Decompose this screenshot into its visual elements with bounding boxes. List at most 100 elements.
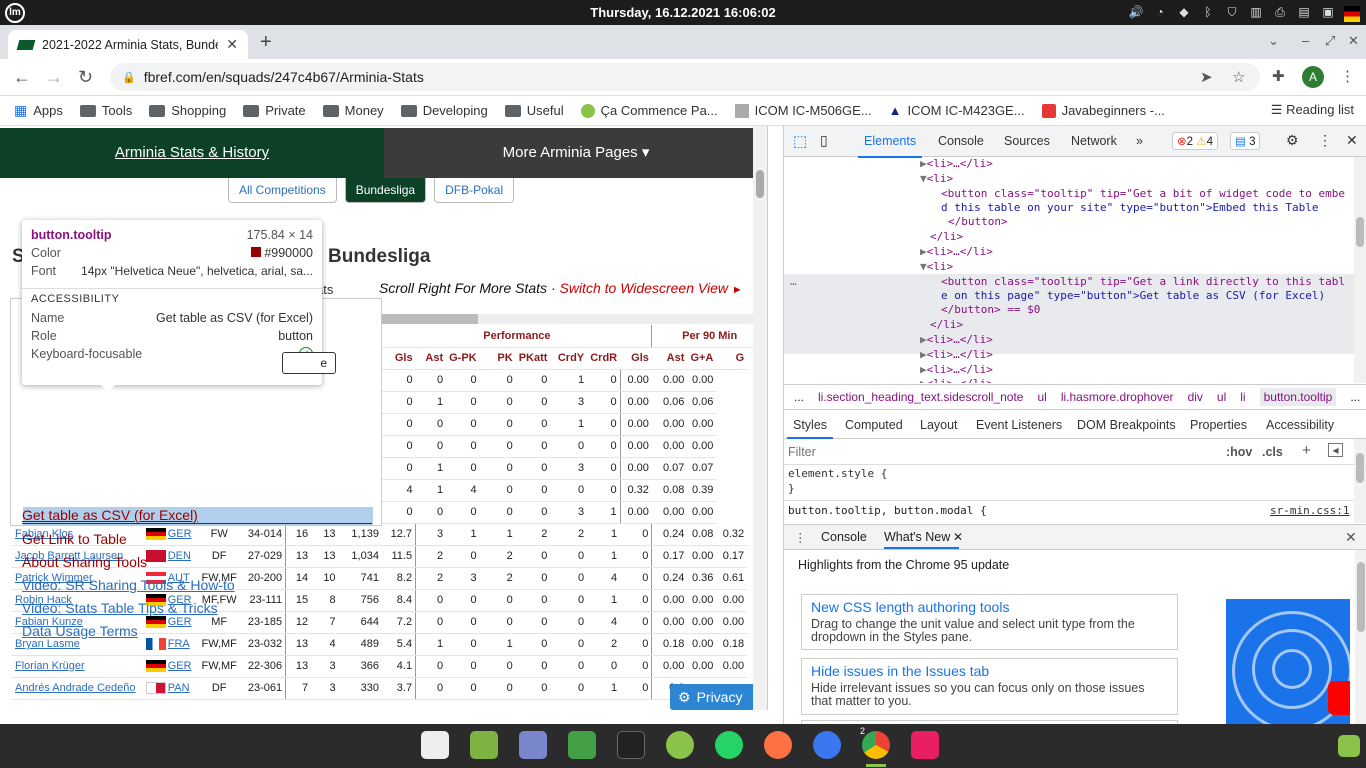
- extensions-icon[interactable]: ✚: [1272, 67, 1285, 85]
- dom-node[interactable]: ▼<li>: [920, 172, 953, 187]
- lock-icon[interactable]: 🔒: [122, 71, 136, 84]
- tab-network[interactable]: Network: [1071, 134, 1117, 148]
- tab-event-listeners[interactable]: Event Listeners: [976, 418, 1062, 432]
- key-app-icon[interactable]: [568, 731, 596, 759]
- dom-node[interactable]: ▶<li>…</li>: [920, 245, 993, 260]
- col-g-90[interactable]: G: [716, 347, 748, 370]
- browser-tab[interactable]: 2021-2022 Arminia Stats, Bundesliga ✕: [8, 30, 248, 59]
- breadcrumb-item[interactable]: div: [1188, 390, 1203, 404]
- bookmark-folder-shopping[interactable]: Shopping: [149, 103, 226, 118]
- tab-all-competitions[interactable]: All Competitions: [228, 178, 337, 203]
- whats-new-card[interactable]: Hide issues in the Issues tab Hide irrel…: [801, 658, 1178, 715]
- close-drawer-icon[interactable]: ✕: [1345, 529, 1357, 546]
- tab-sources[interactable]: Sources: [1004, 134, 1050, 148]
- profile-avatar[interactable]: A: [1302, 66, 1324, 88]
- dom-node-actions-icon[interactable]: …: [790, 275, 797, 290]
- dom-node[interactable]: ▶<li>…</li>: [920, 157, 993, 172]
- minimize-icon[interactable]: –: [1302, 33, 1309, 48]
- text-editor-icon[interactable]: [519, 731, 547, 759]
- forward-icon[interactable]: →: [45, 67, 63, 88]
- dom-node[interactable]: </li>: [930, 318, 963, 333]
- messages-badge[interactable]: ▤ 3: [1230, 132, 1261, 150]
- dropbox-icon[interactable]: ◆: [1176, 4, 1192, 20]
- tab-elements[interactable]: Elements: [857, 134, 923, 158]
- whats-new-card[interactable]: New CSS length authoring tools Drag to c…: [801, 594, 1178, 650]
- calculator-icon[interactable]: [666, 731, 694, 759]
- get-csv-button[interactable]: Get table as CSV (for Excel): [22, 507, 372, 524]
- files-app-icon[interactable]: [470, 731, 498, 759]
- page-vertical-scrollbar[interactable]: [753, 126, 767, 710]
- breadcrumb-item[interactable]: ul: [1217, 390, 1226, 404]
- bookmark-folder-private[interactable]: Private: [243, 103, 306, 118]
- col-crdy[interactable]: CrdY: [550, 347, 588, 370]
- nation-cell[interactable]: DEN: [142, 545, 199, 568]
- issues-badge[interactable]: ⊗2 ⚠4: [1172, 132, 1218, 150]
- widescreen-link[interactable]: Switch to Widescreen View: [560, 280, 728, 296]
- video-sharing-link[interactable]: Video: SR Sharing Tools & How-to: [22, 577, 235, 593]
- player-link[interactable]: Andrés Andrade Cedeño: [12, 677, 143, 700]
- reading-list-button[interactable]: ☰ Reading list: [1271, 102, 1354, 118]
- scrollbar-thumb[interactable]: [756, 170, 764, 198]
- styles-scrollbar[interactable]: [1354, 439, 1366, 523]
- wifi-icon[interactable]: ◔: [1152, 4, 1168, 20]
- bookmark-apps[interactable]: ▦ Apps: [14, 102, 63, 119]
- shield-icon[interactable]: ⛉: [1224, 4, 1240, 20]
- bookmark-javabeginners[interactable]: Javabeginners -...: [1041, 103, 1165, 118]
- bookmark-icom-m506[interactable]: ICOM IC-M506GE...: [734, 103, 872, 118]
- bookmark-folder-tools[interactable]: Tools: [79, 103, 132, 118]
- dom-node[interactable]: <button class="tooltip" tip="Get a bit o…: [941, 187, 1345, 202]
- bookmark-ca-commence[interactable]: Ça Commence Pa...: [580, 103, 718, 118]
- nation-cell[interactable]: FRA: [142, 633, 199, 656]
- player-link[interactable]: Florian Krüger: [12, 655, 143, 678]
- settings-app-icon[interactable]: [421, 731, 449, 759]
- col-ast-90[interactable]: Ast: [651, 347, 688, 370]
- trash-icon[interactable]: ▥: [1248, 4, 1264, 20]
- cls-toggle[interactable]: .cls: [1262, 445, 1283, 459]
- whatsapp-icon[interactable]: [715, 731, 743, 759]
- col-pkatt[interactable]: PKatt: [515, 347, 551, 370]
- show-desktop-icon[interactable]: [1338, 735, 1360, 757]
- nation-cell[interactable]: GER: [142, 523, 199, 546]
- close-devtools-icon[interactable]: ✕: [1346, 132, 1358, 149]
- signal-icon[interactable]: [813, 731, 841, 759]
- clipboard-icon[interactable]: ▤: [1296, 4, 1312, 20]
- video-tips-link[interactable]: Video: Stats Table Tips & Tricks: [22, 600, 218, 616]
- dom-scrollbar[interactable]: [1354, 157, 1366, 383]
- back-icon[interactable]: ←: [13, 67, 31, 88]
- keyboard-layout-icon[interactable]: [1344, 6, 1360, 22]
- tab-styles[interactable]: Styles: [786, 418, 834, 439]
- bookmark-star-icon[interactable]: ☆: [1232, 68, 1245, 86]
- col-gls[interactable]: Gls: [381, 347, 416, 370]
- get-link-button[interactable]: Get Link to Table: [22, 531, 127, 547]
- toggle-sidebar-icon[interactable]: ◂: [1328, 443, 1343, 457]
- close-tab-icon[interactable]: ✕: [226, 36, 238, 53]
- dom-node[interactable]: ▶<li>…</li>: [920, 363, 993, 378]
- new-rule-icon[interactable]: +: [1302, 442, 1311, 459]
- tab-console[interactable]: Console: [938, 134, 984, 148]
- tab-bundesliga[interactable]: Bundesliga: [344, 178, 427, 203]
- col-crdr[interactable]: CrdR: [587, 347, 621, 370]
- bookmark-folder-useful[interactable]: Useful: [504, 103, 564, 118]
- hov-toggle[interactable]: :hov: [1226, 445, 1252, 459]
- breadcrumb-item-selected[interactable]: button.tooltip: [1259, 388, 1337, 406]
- embed-table-button[interactable]: e: [282, 352, 336, 374]
- terminal-icon[interactable]: [617, 731, 645, 759]
- breadcrumb-item[interactable]: li: [1240, 390, 1245, 404]
- firefox-like-icon[interactable]: [764, 731, 792, 759]
- dom-node[interactable]: </li>: [930, 230, 963, 245]
- tab-layout[interactable]: Layout: [920, 418, 958, 432]
- breadcrumb-item[interactable]: li.hasmore.drophover: [1061, 390, 1174, 404]
- reload-icon[interactable]: ↻: [78, 67, 93, 88]
- settings-gear-icon[interactable]: ⚙: [1286, 132, 1299, 149]
- maximize-icon[interactable]: ⤢: [1325, 33, 1335, 49]
- tab-computed[interactable]: Computed: [845, 418, 903, 432]
- col-gls-90[interactable]: Gls: [620, 347, 652, 370]
- dom-node-selected[interactable]: <button class="tooltip" tip="Get a link …: [941, 275, 1345, 290]
- bookmark-folder-money[interactable]: Money: [322, 103, 384, 118]
- device-toolbar-icon[interactable]: ▯: [820, 132, 828, 149]
- inspect-element-icon[interactable]: ⬚: [793, 132, 807, 150]
- bookmark-folder-developing[interactable]: Developing: [400, 103, 488, 118]
- more-menu-icon[interactable]: ⋮: [1340, 67, 1355, 85]
- css-source-link[interactable]: sr-min.css:1: [1270, 504, 1349, 517]
- drawer-tab-whats-new[interactable]: What's New: [884, 530, 950, 544]
